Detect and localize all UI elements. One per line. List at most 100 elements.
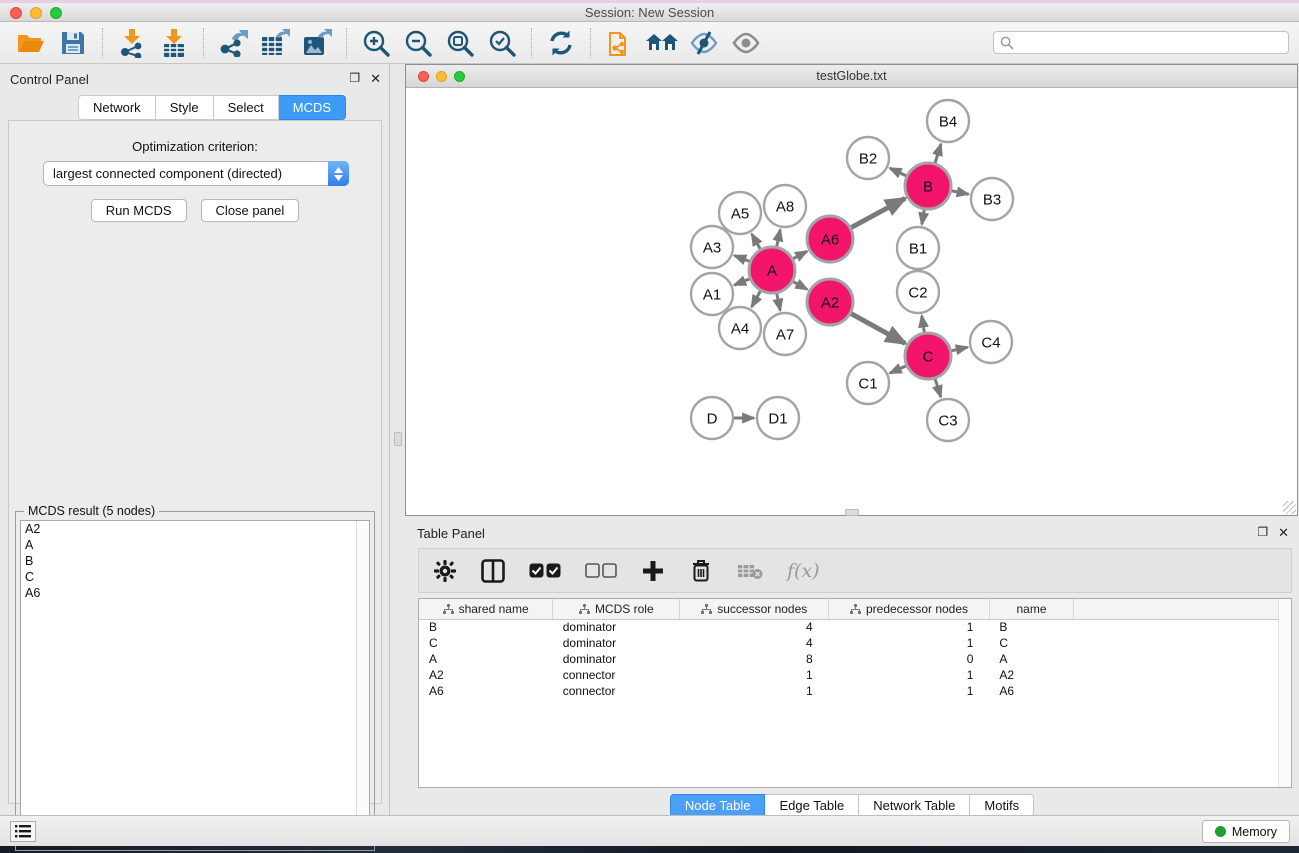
edge-A-A5[interactable] bbox=[752, 234, 761, 249]
node-A4[interactable]: A4 bbox=[719, 307, 761, 349]
table-row[interactable]: Bdominator41B bbox=[419, 619, 1291, 635]
import-table-icon[interactable] bbox=[157, 26, 191, 60]
table-row[interactable]: A2connector11A2 bbox=[419, 667, 1291, 683]
cell-predecessor-nodes[interactable]: 0 bbox=[829, 651, 990, 667]
column-header-predecessor-nodes[interactable]: predecessor nodes bbox=[829, 599, 990, 619]
node-table[interactable]: shared nameMCDS rolesuccessor nodesprede… bbox=[418, 598, 1292, 788]
mcds-result-list[interactable]: A2ABCA6 bbox=[20, 520, 370, 846]
split-columns-icon[interactable] bbox=[481, 558, 505, 584]
criterion-select[interactable]: largest connected component (directed) bbox=[43, 161, 349, 186]
cell-shared-name[interactable]: C bbox=[419, 635, 553, 651]
tab-style[interactable]: Style bbox=[156, 95, 214, 120]
network-window-titlebar[interactable]: testGlobe.txt bbox=[406, 65, 1297, 88]
node-B2[interactable]: B2 bbox=[847, 137, 889, 179]
edge-C-C2[interactable] bbox=[922, 316, 925, 333]
task-history-icon[interactable] bbox=[10, 821, 36, 842]
mcds-result-item[interactable]: C bbox=[21, 569, 369, 585]
gear-icon[interactable] bbox=[433, 558, 457, 584]
node-C[interactable]: C bbox=[905, 333, 951, 379]
tab-edge-table[interactable]: Edge Table bbox=[765, 794, 859, 817]
network-from-selection-icon[interactable] bbox=[603, 26, 637, 60]
node-B3[interactable]: B3 bbox=[971, 178, 1013, 220]
cell-name[interactable]: C bbox=[989, 635, 1073, 651]
tab-mcds[interactable]: MCDS bbox=[279, 95, 346, 120]
tab-node-table[interactable]: Node Table bbox=[670, 794, 766, 817]
tab-motifs[interactable]: Motifs bbox=[970, 794, 1034, 817]
cell-shared-name[interactable]: A bbox=[419, 651, 553, 667]
refresh-layout-icon[interactable] bbox=[544, 26, 578, 60]
deselect-all-checkboxes-icon[interactable] bbox=[585, 558, 617, 584]
edge-B-B1[interactable] bbox=[922, 210, 924, 225]
tab-select[interactable]: Select bbox=[214, 95, 279, 120]
edge-A2-C[interactable] bbox=[851, 314, 905, 344]
zoom-fit-icon[interactable] bbox=[443, 26, 477, 60]
node-A6[interactable]: A6 bbox=[807, 216, 853, 262]
edge-C-C3[interactable] bbox=[935, 379, 941, 397]
node-A8[interactable]: A8 bbox=[764, 185, 806, 227]
memory-button[interactable]: Memory bbox=[1202, 820, 1290, 843]
table-row[interactable]: A6connector11A6 bbox=[419, 683, 1291, 699]
hide-selected-icon[interactable] bbox=[687, 26, 721, 60]
tab-network[interactable]: Network bbox=[78, 95, 156, 120]
table-row[interactable]: Adominator80A bbox=[419, 651, 1291, 667]
column-header-name[interactable]: name bbox=[989, 599, 1073, 619]
node-D1[interactable]: D1 bbox=[757, 397, 799, 439]
float-panel-icon[interactable]: ❐ bbox=[1257, 525, 1268, 541]
add-column-icon[interactable] bbox=[641, 558, 665, 584]
node-B[interactable]: B bbox=[905, 163, 951, 209]
save-icon[interactable] bbox=[56, 26, 90, 60]
node-A5[interactable]: A5 bbox=[719, 192, 761, 234]
cell-successor-nodes[interactable]: 4 bbox=[680, 619, 829, 635]
cell-successor-nodes[interactable]: 8 bbox=[680, 651, 829, 667]
node-D[interactable]: D bbox=[691, 397, 733, 439]
edge-B-B3[interactable] bbox=[952, 191, 969, 194]
edge-A-A8[interactable] bbox=[777, 230, 780, 247]
export-network-icon[interactable] bbox=[216, 26, 250, 60]
cell-shared-name[interactable]: B bbox=[419, 619, 553, 635]
cell-successor-nodes[interactable]: 4 bbox=[680, 635, 829, 651]
function-builder-icon[interactable]: f(x) bbox=[787, 560, 820, 582]
edge-C-C4[interactable] bbox=[951, 347, 967, 351]
cell-successor-nodes[interactable]: 1 bbox=[680, 683, 829, 699]
table-row[interactable]: Cdominator41C bbox=[419, 635, 1291, 651]
edge-A-A7[interactable] bbox=[777, 294, 780, 311]
network-graph[interactable]: A5A8A6A3AA1A4A7A2B2B4BB3B1C2C4CC1C3DD1 bbox=[406, 88, 1297, 515]
edge-A-A2[interactable] bbox=[793, 282, 807, 290]
node-A3[interactable]: A3 bbox=[691, 226, 733, 268]
edge-A-A3[interactable] bbox=[734, 256, 749, 262]
column-header-successor-nodes[interactable]: successor nodes bbox=[680, 599, 829, 619]
float-panel-icon[interactable]: ❐ bbox=[349, 71, 360, 87]
node-A1[interactable]: A1 bbox=[691, 273, 733, 315]
cell-predecessor-nodes[interactable]: 1 bbox=[829, 619, 990, 635]
cell-successor-nodes[interactable]: 1 bbox=[680, 667, 829, 683]
node-A2[interactable]: A2 bbox=[807, 279, 853, 325]
node-B1[interactable]: B1 bbox=[897, 227, 939, 269]
node-C1[interactable]: C1 bbox=[847, 362, 889, 404]
node-B4[interactable]: B4 bbox=[927, 100, 969, 142]
node-C3[interactable]: C3 bbox=[927, 399, 969, 441]
cell-MCDS-role[interactable]: dominator bbox=[553, 651, 680, 667]
node-C4[interactable]: C4 bbox=[970, 321, 1012, 363]
edge-A6-B[interactable] bbox=[851, 198, 905, 227]
cell-shared-name[interactable]: A2 bbox=[419, 667, 553, 683]
cell-predecessor-nodes[interactable]: 1 bbox=[829, 683, 990, 699]
search-input[interactable] bbox=[993, 31, 1289, 54]
node-A[interactable]: A bbox=[749, 247, 795, 293]
close-panel-icon[interactable]: ✕ bbox=[370, 71, 381, 87]
show-all-icon[interactable] bbox=[729, 26, 763, 60]
open-folder-icon[interactable] bbox=[14, 26, 48, 60]
close-panel-icon[interactable]: ✕ bbox=[1278, 525, 1289, 541]
cell-predecessor-nodes[interactable]: 1 bbox=[829, 635, 990, 651]
close-panel-button[interactable]: Close panel bbox=[201, 199, 300, 222]
export-image-icon[interactable] bbox=[300, 26, 334, 60]
cell-name[interactable]: A6 bbox=[989, 683, 1073, 699]
window-resize-grip[interactable] bbox=[1283, 501, 1296, 514]
zoom-out-icon[interactable] bbox=[401, 26, 435, 60]
cell-name[interactable]: A bbox=[989, 651, 1073, 667]
cell-predecessor-nodes[interactable]: 1 bbox=[829, 667, 990, 683]
zoom-selected-icon[interactable] bbox=[485, 26, 519, 60]
split-divider-handle[interactable] bbox=[394, 432, 402, 446]
cell-MCDS-role[interactable]: dominator bbox=[553, 635, 680, 651]
delete-column-icon[interactable] bbox=[689, 558, 713, 584]
home-network-icon[interactable] bbox=[645, 26, 679, 60]
